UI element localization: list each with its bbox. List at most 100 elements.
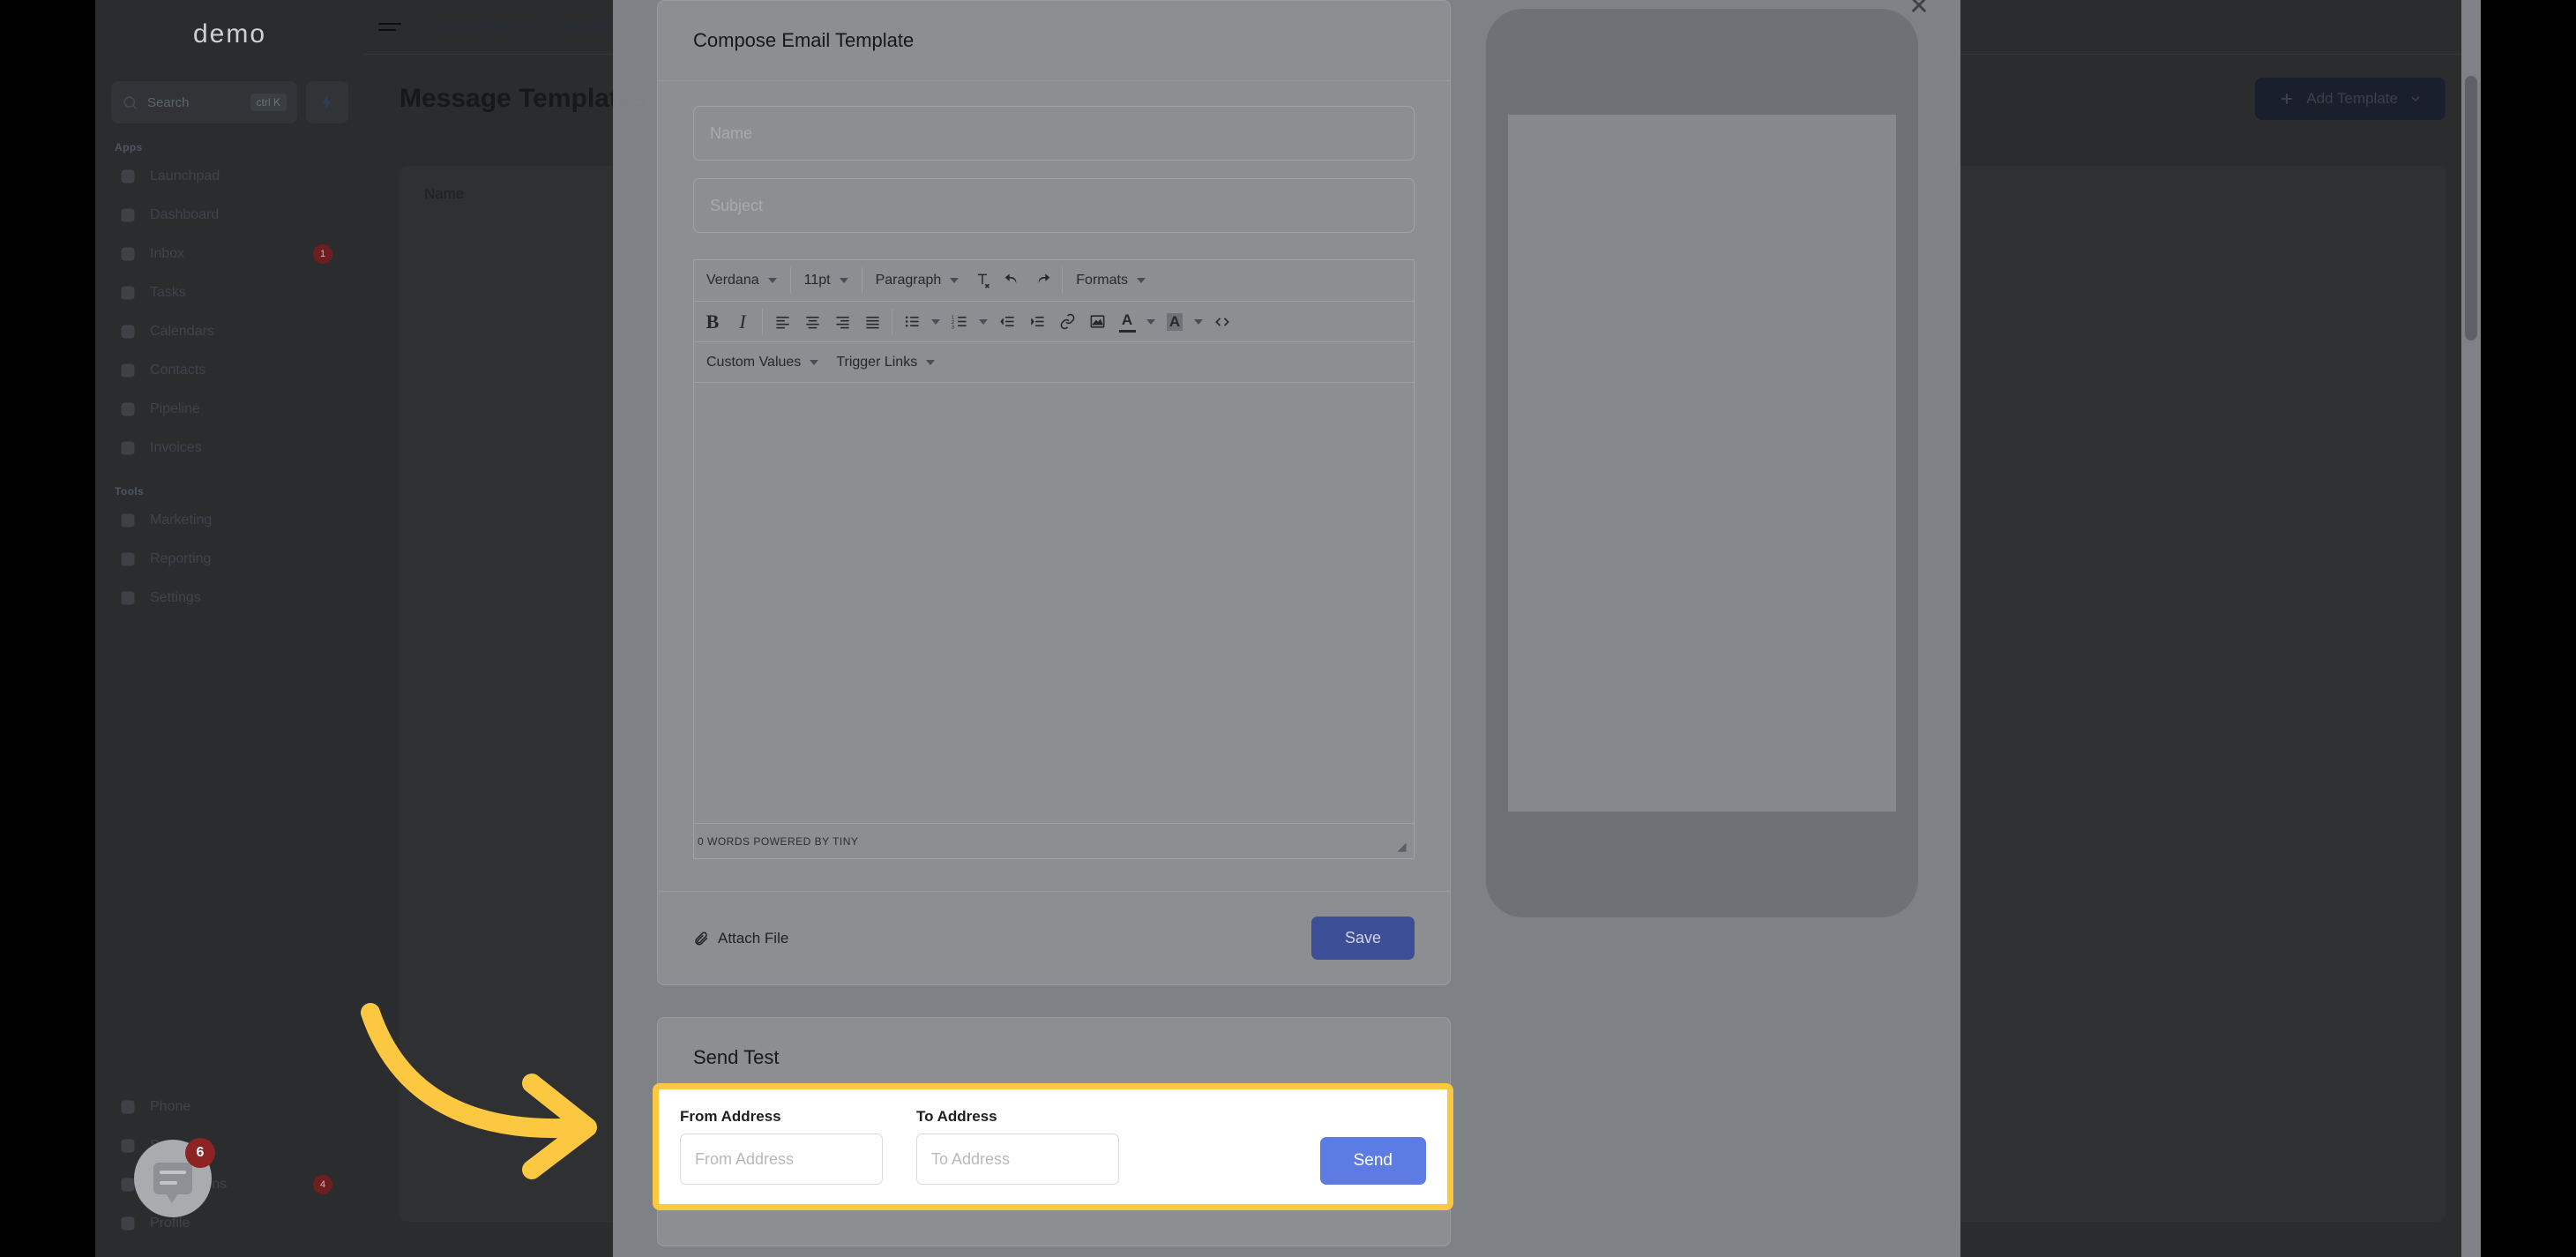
sidebar-item-dashboard[interactable]: Dashboard	[111, 196, 348, 235]
sidebar-item-launchpad[interactable]: Launchpad	[111, 157, 348, 196]
formats-menu[interactable]: Formats	[1067, 264, 1154, 297]
calendar-icon	[118, 322, 138, 341]
source-code-icon[interactable]	[1207, 305, 1237, 339]
trigger-links-menu[interactable]: Trigger Links	[827, 346, 944, 379]
bold-button[interactable]: B	[698, 305, 728, 339]
outdent-icon[interactable]	[992, 305, 1022, 339]
send-test-highlight: From Address To Address Send	[653, 1083, 1453, 1210]
piechart-icon	[118, 550, 138, 569]
tab-label: Social Planner	[438, 18, 535, 35]
toolbar-divider	[1062, 267, 1064, 294]
redo-icon[interactable]	[1027, 264, 1057, 297]
sidebar-item-label: Contacts	[150, 363, 206, 378]
align-right-icon[interactable]	[827, 305, 857, 339]
close-icon[interactable]: ✕	[1903, 0, 1935, 21]
bullet-list-icon[interactable]	[897, 305, 927, 339]
clear-formatting-icon[interactable]	[967, 264, 997, 297]
chat-widget-badge: 6	[185, 1138, 215, 1168]
launchpad-icon	[118, 167, 138, 186]
add-template-button[interactable]: Add Template	[2255, 78, 2445, 120]
editor-status-bar: 0 WORDS POWERED BY TINY ◢	[694, 823, 1414, 858]
attach-file-label: Attach File	[718, 929, 789, 946]
image-icon[interactable]	[1082, 305, 1112, 339]
sidebar-item-tasks[interactable]: Tasks	[111, 273, 348, 312]
sidebar-item-calendars[interactable]: Calendars	[111, 312, 348, 351]
page-scrollbar[interactable]	[2461, 0, 2481, 1257]
search-placeholder: Search	[147, 94, 190, 110]
text-color-button[interactable]: A	[1112, 305, 1142, 339]
bullet-list-options[interactable]	[927, 305, 945, 339]
save-button[interactable]: Save	[1310, 917, 1415, 960]
bolt-icon	[318, 94, 336, 111]
template-subject-input[interactable]	[693, 178, 1415, 233]
font-size-select[interactable]: 11pt	[795, 264, 857, 297]
inbox-icon	[118, 244, 138, 264]
sidebar-item-inbox[interactable]: Inbox 1	[111, 235, 348, 273]
sidebar-item-label: Tasks	[150, 285, 186, 300]
sidebar-item-reporting[interactable]: Reporting	[111, 540, 348, 579]
sidebar-item-label: Marketing	[150, 513, 213, 527]
toolbar-divider	[789, 267, 791, 294]
template-name-input[interactable]	[693, 106, 1415, 161]
editor-toolbar-row-2: B I 1 2 3 A A	[694, 301, 1414, 341]
editor-toolbar-row-3: Custom Values Trigger Links	[694, 341, 1414, 382]
tab-social-planner[interactable]: Social Planner	[438, 19, 535, 36]
formats-label: Formats	[1076, 273, 1128, 288]
align-center-icon[interactable]	[797, 305, 827, 339]
brand-logo[interactable]: demo	[111, 0, 348, 69]
sidebar-search-row: Search ctrl K	[111, 81, 348, 123]
to-address-input[interactable]	[916, 1134, 1119, 1185]
chevron-down-icon	[1194, 318, 1203, 325]
undo-icon[interactable]	[997, 264, 1027, 297]
sidebar-item-invoices[interactable]: Invoices	[111, 429, 348, 468]
sidebar-item-settings[interactable]: Settings	[111, 579, 348, 617]
block-format-select[interactable]: Paragraph	[867, 264, 968, 297]
number-list-options[interactable]	[974, 305, 992, 339]
background-color-options[interactable]	[1190, 305, 1207, 339]
scrollbar-thumb[interactable]	[2465, 76, 2477, 340]
background-color-label: A	[1166, 312, 1183, 331]
dashboard-icon	[118, 206, 138, 225]
sidebar-item-contacts[interactable]: Contacts	[111, 351, 348, 390]
italic-button[interactable]: I	[728, 305, 758, 339]
font-family-select[interactable]: Verdana	[698, 264, 786, 297]
sidebar-item-label: Reporting	[150, 551, 212, 566]
chevron-down-icon	[950, 278, 959, 283]
text-color-options[interactable]	[1142, 305, 1160, 339]
to-address-field: To Address	[916, 1108, 1119, 1204]
sidebar-section-label: Apps	[115, 141, 143, 153]
sidebar: demo Search ctrl K Apps Launchpad Dashbo…	[95, 0, 364, 1257]
numbered-list-icon[interactable]: 123	[945, 305, 974, 339]
sidebar-item-phone[interactable]: Phone	[111, 1088, 348, 1126]
sidebar-item-label: Invoices	[150, 440, 202, 455]
menu-toggle-icon[interactable]	[378, 23, 401, 31]
link-icon[interactable]	[1052, 305, 1082, 339]
megaphone-icon	[118, 511, 138, 530]
background-color-button[interactable]: A	[1160, 305, 1190, 339]
sidebar-item-marketing[interactable]: Marketing	[111, 501, 348, 540]
sidebar-item-label: Dashboard	[150, 207, 220, 222]
quick-action-button[interactable]	[306, 81, 348, 123]
search-input[interactable]: Search ctrl K	[111, 81, 297, 123]
sidebar-item-label: Phone	[150, 1099, 191, 1114]
letterbox-right	[2481, 0, 2576, 1257]
from-address-input[interactable]	[680, 1134, 883, 1185]
paperclip-icon	[693, 931, 709, 946]
align-justify-icon[interactable]	[857, 305, 887, 339]
search-icon	[122, 94, 138, 111]
sidebar-item-profile[interactable]: Profile	[111, 1204, 348, 1243]
from-address-field: From Address	[680, 1108, 883, 1204]
resize-handle-icon[interactable]: ◢	[1398, 840, 1407, 854]
preview-screen	[1508, 115, 1896, 812]
align-left-icon[interactable]	[767, 305, 797, 339]
custom-values-menu[interactable]: Custom Values	[698, 346, 827, 379]
avatar-icon	[118, 1214, 138, 1233]
sidebar-item-pipeline[interactable]: Pipeline	[111, 390, 348, 429]
indent-icon[interactable]	[1022, 305, 1052, 339]
from-address-label: From Address	[680, 1108, 781, 1125]
send-button[interactable]: Send	[1319, 1137, 1426, 1185]
attach-file-button[interactable]: Attach File	[693, 930, 788, 947]
chat-widget-button[interactable]: 6	[134, 1138, 215, 1217]
editor-content-area[interactable]	[694, 382, 1414, 823]
sidebar-item-label: Profile	[150, 1216, 190, 1231]
